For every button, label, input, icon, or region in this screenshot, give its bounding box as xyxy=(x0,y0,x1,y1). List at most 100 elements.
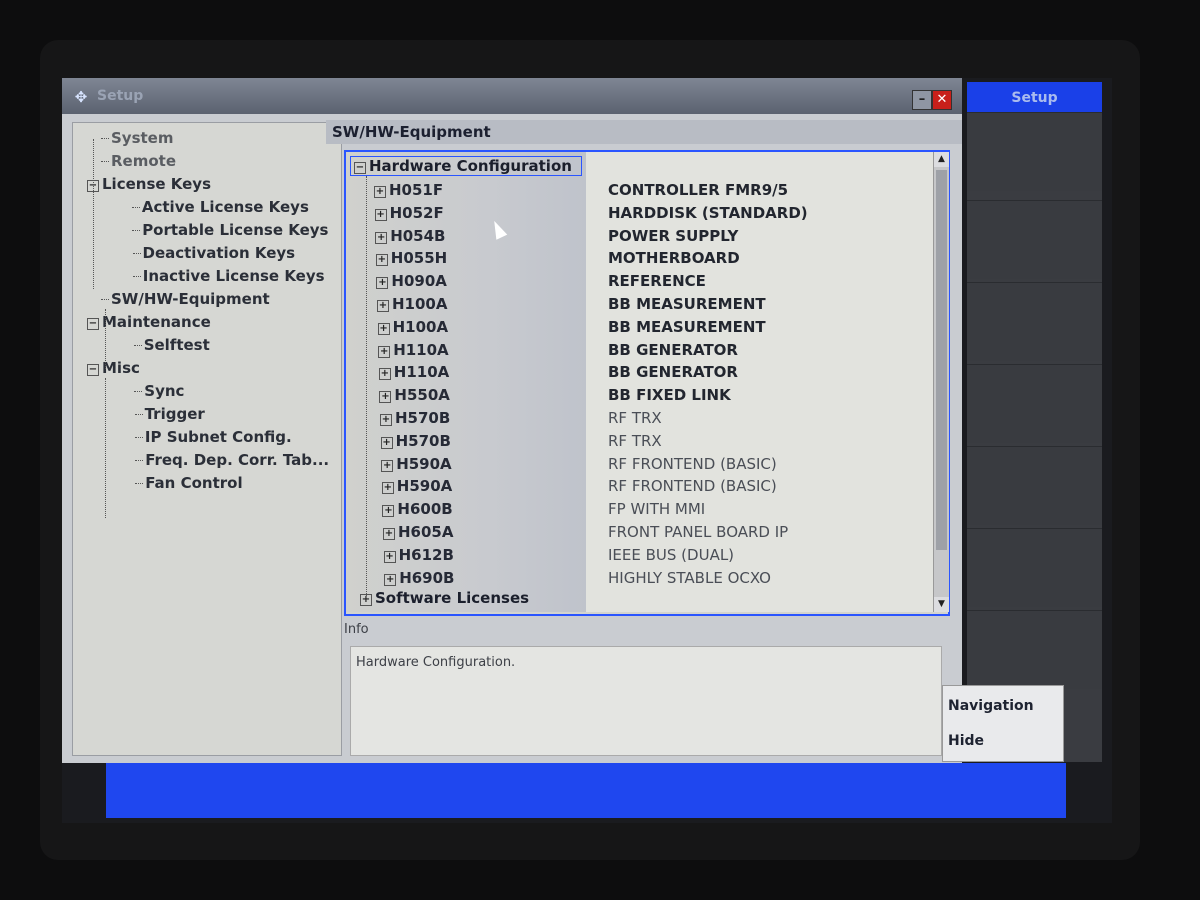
tree-connector xyxy=(134,391,143,392)
expand-icon[interactable]: + xyxy=(381,459,394,472)
nav-item[interactable]: − License Keys xyxy=(87,175,211,193)
tree-node-label: Software Licenses xyxy=(375,589,530,607)
hardware-id: H590A xyxy=(396,454,452,473)
hardware-id: H550A xyxy=(394,386,450,405)
nav-item[interactable]: Sync xyxy=(134,382,184,400)
hardware-id: H570B xyxy=(395,431,451,450)
tree-node-hardware[interactable]: + H600B xyxy=(382,500,453,519)
expand-icon[interactable]: + xyxy=(378,345,391,358)
tree-node-hardware[interactable]: + H690B xyxy=(384,569,455,587)
softkey-slot[interactable] xyxy=(967,282,1102,361)
nav-item[interactable]: SW/HW-Equipment xyxy=(101,290,270,308)
tree-node-hardware[interactable]: + H570B xyxy=(380,409,450,427)
nav-item[interactable]: − Misc xyxy=(87,359,140,377)
tree-node-software-licenses[interactable]: + Software Licenses xyxy=(360,589,529,607)
tree-node-hardware[interactable]: + H052F xyxy=(374,204,444,222)
expand-icon[interactable]: + xyxy=(375,231,388,244)
tree-node-hardware[interactable]: + H550A xyxy=(379,386,450,405)
nav-item[interactable]: Active License Keys xyxy=(131,198,309,216)
nav-item[interactable]: Freq. Dep. Corr. Tab... xyxy=(135,451,329,469)
tree-node-hardware[interactable]: + H612B xyxy=(383,546,454,564)
softkey-slot[interactable] xyxy=(967,610,1102,689)
hardware-id: H110A xyxy=(393,340,449,359)
tree-node-hardware[interactable]: + H110A xyxy=(378,340,449,359)
hardware-id: H055H xyxy=(390,249,448,268)
vertical-scrollbar[interactable]: ▲ ▼ xyxy=(933,152,949,612)
softkey-slot[interactable] xyxy=(967,200,1102,279)
tree-node-hardware[interactable]: + H110A xyxy=(378,363,449,381)
softkey-panel: Setup xyxy=(967,82,1102,762)
tree-node-hardware[interactable]: + H090A xyxy=(376,272,447,290)
navigation-softkey[interactable]: Navigation xyxy=(948,698,1034,714)
nav-item-label: Remote xyxy=(111,152,177,170)
nav-item-label: License Keys xyxy=(102,175,212,193)
screen: ✥ Setup – ✕ System Remote − License Keys Act… xyxy=(62,78,1112,823)
expand-icon[interactable]: + xyxy=(383,528,395,540)
tree-node-hardware[interactable]: + H054B xyxy=(375,226,446,245)
tree-node-hardware[interactable]: + H100A xyxy=(377,295,447,313)
nav-item[interactable]: Remote xyxy=(101,152,176,170)
hardware-description: HIGHLY STABLE OCXO xyxy=(608,568,771,587)
nav-item-label: Portable License Keys xyxy=(142,221,329,239)
softkey-slot[interactable] xyxy=(967,528,1102,607)
hardware-description: BB GENERATOR xyxy=(608,340,738,359)
hide-softkey[interactable]: Hide xyxy=(948,733,984,749)
collapse-icon[interactable]: − xyxy=(87,364,99,376)
expand-icon[interactable]: + xyxy=(374,186,386,198)
nav-item[interactable]: Fan Control xyxy=(135,474,243,492)
expand-icon[interactable]: + xyxy=(378,368,391,381)
tree-node-hardware[interactable]: + H605A xyxy=(383,523,453,541)
tree-node-hardware[interactable]: + H590A xyxy=(381,454,452,473)
expand-icon[interactable]: + xyxy=(376,277,389,290)
nav-item[interactable]: Deactivation Keys xyxy=(132,244,295,262)
expand-icon[interactable]: + xyxy=(383,550,396,563)
hardware-id: H570B xyxy=(395,409,451,427)
tree-connector xyxy=(105,309,106,369)
softkey-slot[interactable] xyxy=(967,446,1102,525)
expand-icon[interactable]: + xyxy=(380,436,393,449)
expand-icon[interactable]: + xyxy=(379,391,392,404)
tree-root-hardware-configuration[interactable]: − Hardware Configuration xyxy=(350,156,582,176)
tree-connector xyxy=(101,138,109,139)
tree-connector xyxy=(93,139,94,289)
nav-item-label: System xyxy=(111,129,174,147)
scroll-thumb[interactable] xyxy=(936,170,947,550)
expand-icon[interactable]: + xyxy=(374,208,387,221)
tree-node-hardware[interactable]: + H570B xyxy=(380,431,451,450)
collapse-icon[interactable]: − xyxy=(354,162,366,174)
tree-node-hardware[interactable]: + H055H xyxy=(375,249,448,268)
tree-connector xyxy=(133,345,142,346)
softkey-slot[interactable] xyxy=(967,112,1102,191)
nav-item[interactable]: Trigger xyxy=(134,405,205,423)
hardware-id: H600B xyxy=(397,500,453,519)
expand-icon[interactable]: + xyxy=(384,573,397,586)
nav-item[interactable]: Portable License Keys xyxy=(132,221,328,239)
minimize-icon[interactable]: – xyxy=(912,90,932,110)
expand-icon[interactable]: + xyxy=(380,414,392,426)
nav-item-label: Trigger xyxy=(144,405,205,423)
close-icon[interactable]: ✕ xyxy=(932,90,952,110)
hardware-id: H054B xyxy=(390,226,446,245)
tree-node-hardware[interactable]: + H051F xyxy=(374,181,443,199)
collapse-icon[interactable]: − xyxy=(87,318,99,330)
tree-node-hardware[interactable]: + H590A xyxy=(381,477,453,496)
expand-icon[interactable]: + xyxy=(375,254,388,267)
nav-item[interactable]: System xyxy=(101,129,173,147)
nav-item[interactable]: IP Subnet Config. xyxy=(134,428,292,446)
tree-connector xyxy=(101,299,109,300)
nav-item[interactable]: Selftest xyxy=(133,336,210,354)
content-title: SW/HW-Equipment xyxy=(326,120,962,144)
hardware-description: POWER SUPPLY xyxy=(608,226,739,245)
nav-item[interactable]: Inactive License Keys xyxy=(132,267,325,285)
hardware-id: H590A xyxy=(396,477,453,496)
expand-icon[interactable]: + xyxy=(381,482,394,495)
expand-icon[interactable]: + xyxy=(377,322,390,335)
hardware-description: MOTHERBOARD xyxy=(608,249,740,268)
hardware-description: BB GENERATOR xyxy=(608,363,738,382)
softkey-slot[interactable] xyxy=(967,364,1102,443)
scroll-up-icon[interactable]: ▲ xyxy=(934,152,949,167)
expand-icon[interactable]: + xyxy=(382,505,395,518)
tree-node-hardware[interactable]: + H100A xyxy=(377,318,448,336)
scroll-down-icon[interactable]: ▼ xyxy=(934,597,949,612)
expand-icon[interactable]: + xyxy=(377,300,389,312)
